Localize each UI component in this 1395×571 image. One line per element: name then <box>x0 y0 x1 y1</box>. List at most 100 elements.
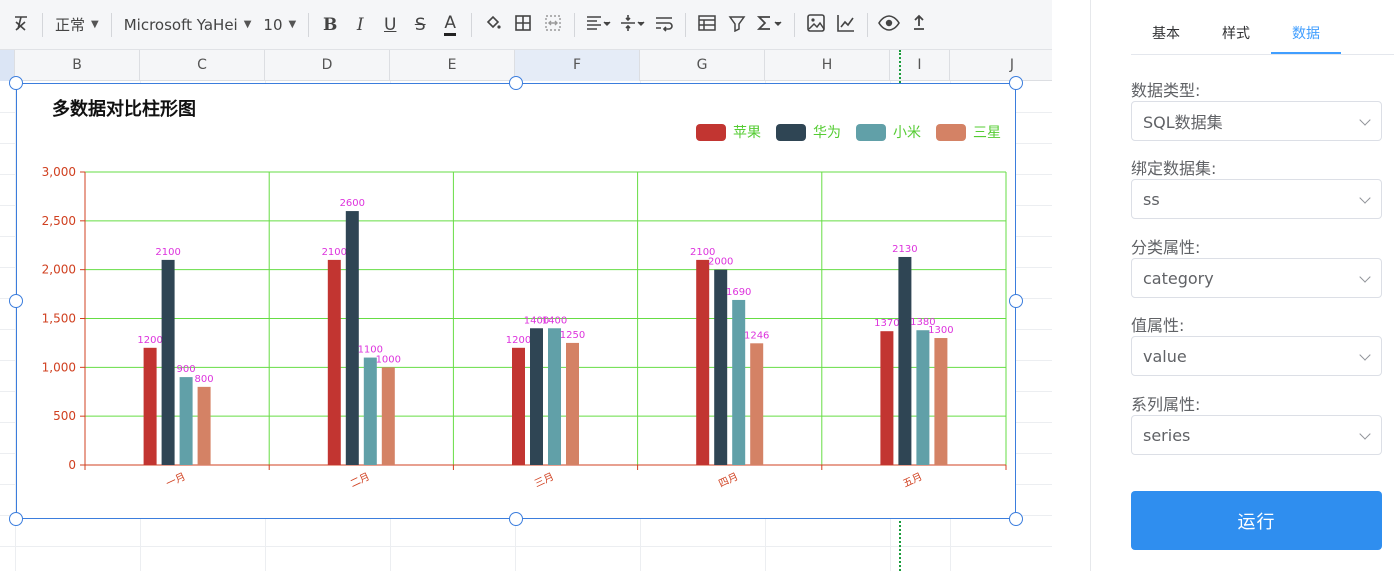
panel-divider <box>1090 0 1091 571</box>
toolbar-separator <box>471 12 473 37</box>
resize-handle-top[interactable] <box>509 76 523 90</box>
align-left-icon <box>585 14 611 36</box>
dataset-select[interactable]: ss <box>1131 179 1382 219</box>
wrap-text-button[interactable] <box>649 10 679 40</box>
font-size-value: 10 <box>263 15 283 34</box>
font-family-select[interactable]: Microsoft YaHei ▼ <box>118 10 258 40</box>
bar <box>696 259 710 465</box>
column-header-g[interactable]: G <box>640 50 765 81</box>
bar <box>143 347 157 465</box>
data-type-select[interactable]: SQL数据集 <box>1131 101 1382 141</box>
data-label: 1250 <box>560 330 585 341</box>
column-header-d[interactable]: D <box>265 50 390 81</box>
chart-widget[interactable]: 多数据对比柱形图 苹果 华为 小米 三星 0 500 1,000 1,500 2,000 2,500… <box>16 83 1016 519</box>
data-type-value: SQL数据集 <box>1143 113 1223 132</box>
column-header-h[interactable]: H <box>765 50 890 81</box>
data-label: 1246 <box>744 330 769 341</box>
legend-label-0: 苹果 <box>733 125 761 141</box>
clear-format-button[interactable] <box>6 10 36 40</box>
bar <box>197 386 211 465</box>
resize-handle-bottom-right[interactable] <box>1009 512 1023 526</box>
resize-handle-top-right[interactable] <box>1009 76 1023 90</box>
toolbar-separator <box>685 12 687 37</box>
bar <box>530 328 543 465</box>
merge-cells-button[interactable] <box>538 10 568 40</box>
upload-button[interactable] <box>904 10 934 40</box>
series-attr-value: series <box>1143 425 1191 445</box>
resize-handle-left[interactable] <box>9 294 23 308</box>
data-type-label: 数据类型: <box>1131 81 1201 100</box>
toolbar-separator <box>308 12 310 37</box>
grid-row-line <box>0 546 1052 547</box>
resize-handle-bottom[interactable] <box>509 512 523 526</box>
font-color-button[interactable]: A <box>435 10 465 40</box>
resize-handle-top-left[interactable] <box>9 76 23 90</box>
sum-button[interactable] <box>752 10 788 40</box>
data-label: 1000 <box>376 354 401 365</box>
data-label: 900 <box>177 364 196 375</box>
data-label: 2100 <box>322 247 347 258</box>
toolbar-separator <box>867 12 869 37</box>
tab-basic[interactable]: 基本 <box>1131 18 1201 54</box>
table-icon <box>697 14 717 36</box>
italic-button[interactable]: I <box>345 10 375 40</box>
data-label: 2600 <box>340 198 365 209</box>
column-header-j[interactable]: J <box>950 50 1052 81</box>
bar <box>934 338 948 465</box>
preview-button[interactable] <box>874 10 904 40</box>
legend-swatch-0 <box>696 124 726 141</box>
resize-handle-bottom-left[interactable] <box>9 512 23 526</box>
merge-cells-icon <box>544 14 562 36</box>
category-attr-value: category <box>1143 268 1214 288</box>
column-header-f[interactable]: F <box>515 50 640 81</box>
data-label: 1400 <box>542 315 567 326</box>
series-attr-select[interactable]: series <box>1131 415 1382 455</box>
font-size-select[interactable]: 10 ▼ <box>257 10 302 40</box>
bar <box>512 347 525 465</box>
underline-button[interactable]: U <box>375 10 405 40</box>
bar-chart: 多数据对比柱形图苹果 华为 小米 三星 0 500 1,000 1,500 2,000 2,500… <box>42 98 1007 490</box>
y-tick-label: 0 <box>68 458 76 472</box>
data-label: 1200 <box>506 335 531 346</box>
bold-button[interactable]: B <box>315 10 345 40</box>
series-attr-label: 系列属性: <box>1131 395 1201 414</box>
resize-handle-right[interactable] <box>1009 294 1023 308</box>
column-header-b[interactable]: B <box>15 50 140 81</box>
chevron-down-icon: ▼ <box>288 19 297 30</box>
insert-chart-button[interactable] <box>831 10 861 40</box>
data-label: 1300 <box>928 325 953 336</box>
align-button[interactable] <box>581 10 615 40</box>
value-attr-value: value <box>1143 346 1187 366</box>
chevron-down-icon <box>1359 349 1371 361</box>
legend-swatch-1 <box>776 124 806 141</box>
chart-title: 多数据对比柱形图 <box>52 98 196 120</box>
x-tick-label: 三月 <box>533 471 556 490</box>
tab-data[interactable]: 数据 <box>1271 18 1341 54</box>
strikethrough-button[interactable]: S <box>405 10 435 40</box>
fill-color-button[interactable] <box>478 10 508 40</box>
value-attr-select[interactable]: value <box>1131 336 1382 376</box>
legend-label-3: 三星 <box>973 125 1001 141</box>
category-attr-select[interactable]: category <box>1131 258 1382 298</box>
run-button[interactable]: 运行 <box>1131 491 1382 550</box>
y-tick-label: 3,000 <box>42 165 76 179</box>
bar <box>179 377 193 465</box>
paragraph-style-select[interactable]: 正常 ▼ <box>49 10 105 40</box>
filter-button[interactable] <box>722 10 752 40</box>
column-header-e[interactable]: E <box>390 50 515 81</box>
line-chart-icon <box>836 13 856 37</box>
table-button[interactable] <box>692 10 722 40</box>
column-header-c[interactable]: C <box>140 50 265 81</box>
bar <box>566 342 579 465</box>
data-label: 2000 <box>708 257 733 268</box>
spreadsheet-area[interactable]: 正常 ▼ Microsoft YaHei ▼ 10 ▼ B I U S A B … <box>0 0 1052 571</box>
insert-image-button[interactable] <box>801 10 831 40</box>
legend-label-1: 华为 <box>813 125 841 141</box>
valign-button[interactable] <box>615 10 649 40</box>
tab-style[interactable]: 样式 <box>1201 18 1271 54</box>
dataset-label: 绑定数据集: <box>1131 159 1217 178</box>
filter-icon <box>728 14 746 36</box>
bar <box>916 330 930 465</box>
value-attr-label: 值属性: <box>1131 316 1185 335</box>
border-button[interactable] <box>508 10 538 40</box>
